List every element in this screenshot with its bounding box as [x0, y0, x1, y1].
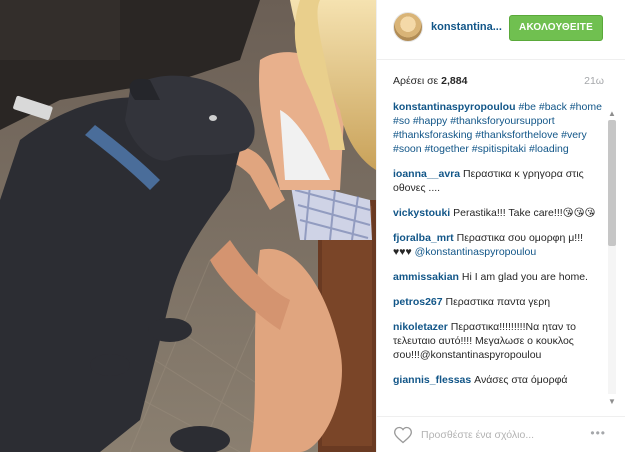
comments-list: konstantinaspyropoulou #be #back #home #… — [393, 100, 603, 408]
list-item: vickystouki Perastika!!! Take care!!!😘😘😘 — [393, 206, 603, 220]
comment-mention[interactable]: @konstantinaspyropoulou — [415, 246, 537, 258]
scroll-up-arrow-icon[interactable]: ▲ — [606, 108, 618, 120]
caption: konstantinaspyropoulou #be #back #home #… — [393, 100, 603, 156]
comment-author[interactable]: petros267 — [393, 296, 443, 308]
heart-icon[interactable] — [393, 425, 413, 445]
more-options-button[interactable]: ••• — [590, 426, 606, 440]
comment-text: Hi I am glad you are home. — [461, 271, 588, 283]
comment-author[interactable]: ioanna__avra — [393, 168, 460, 180]
post-photo[interactable] — [0, 0, 376, 452]
avatar[interactable] — [393, 12, 423, 42]
comment-author[interactable]: vickystouki — [393, 207, 450, 219]
post-footer: ••• — [377, 416, 625, 452]
list-item: ammissakian Hi I am glad you are home. — [393, 270, 603, 284]
comment-text: Περαστικα παντα γερη — [445, 296, 551, 308]
comment-text: Perastika!!! Take care!!!😘😘😘 — [453, 207, 596, 219]
comment-author[interactable]: nikoletazer — [393, 321, 448, 333]
likes-label: Αρέσει σε — [393, 75, 439, 87]
comment-author[interactable]: giannis_flessas — [393, 374, 471, 386]
comment-author[interactable]: fjoralba_mrt — [393, 232, 454, 244]
scroll-thumb[interactable] — [608, 120, 616, 246]
likes-number: 2,884 — [441, 75, 468, 87]
list-item: fjoralba_mrt Περαστικα σου ομορφη μ!!! ♥… — [393, 231, 603, 259]
comment-input[interactable] — [421, 426, 571, 444]
list-item: giannis_flessas Ανάσες στα όμορφά — [393, 373, 603, 387]
list-item: petros267 Περαστικα παντα γερη — [393, 295, 603, 309]
scroll-down-arrow-icon[interactable]: ▼ — [606, 396, 618, 408]
follow-button[interactable]: ΑΚΟΛΟΥΘΕΙΤΕ — [509, 15, 603, 41]
post-side-panel: konstantina... ΑΚΟΛΟΥΘΕΙΤΕ Αρέσει σε 2,8… — [376, 0, 625, 452]
comment-author[interactable]: konstantinaspyropoulou — [393, 101, 516, 113]
comment-text: Ανάσες στα όμορφά — [474, 374, 568, 386]
likes-count[interactable]: Αρέσει σε 2,884 — [393, 75, 467, 87]
photo-illustration — [0, 0, 376, 452]
list-item: ioanna__avra Περαστικα κ γρηγορα στις οθ… — [393, 167, 603, 195]
comments-scrollbar[interactable]: ▲ ▼ — [606, 108, 618, 408]
username-link[interactable]: konstantina... — [431, 21, 502, 33]
post-header: konstantina... ΑΚΟΛΟΥΘΕΙΤΕ — [377, 0, 625, 60]
post-stats: Αρέσει σε 2,884 21ω — [377, 60, 625, 96]
comment-author[interactable]: ammissakian — [393, 271, 459, 283]
post-timestamp[interactable]: 21ω — [584, 75, 604, 87]
list-item: nikoletazer Περαστικα!!!!!!!!!Να ηταν το… — [393, 320, 603, 362]
